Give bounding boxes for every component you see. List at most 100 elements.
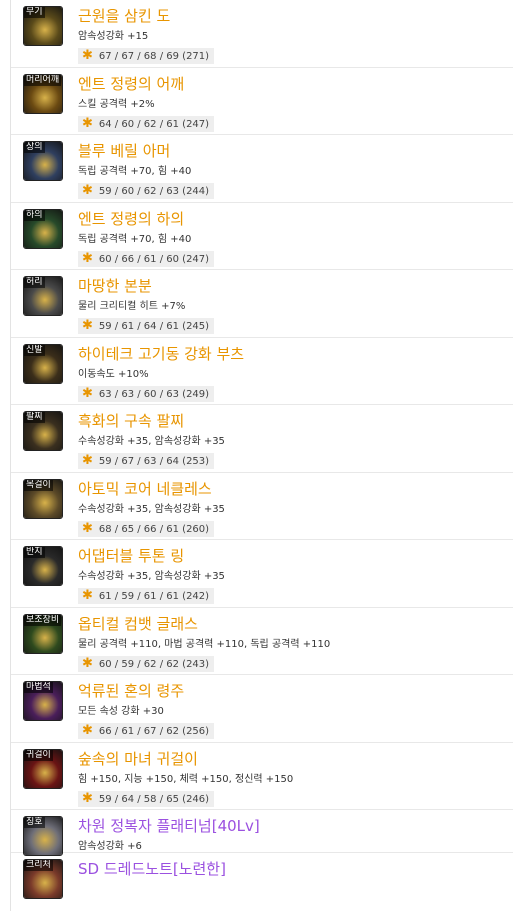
item-score: 67 / 67 / 68 / 69 (271) <box>98 51 210 62</box>
item-score-badge: ✱ 63 / 63 / 60 / 63 (249) <box>78 385 215 402</box>
item-icon[interactable]: 귀걸이 <box>23 748 63 789</box>
item-icon[interactable]: 칭호 <box>23 816 63 856</box>
item-stat: 힘 +150, 지능 +150, 체력 +150, 정신력 +150 <box>78 773 294 785</box>
equipment-row[interactable]: 팔찌 흑화의 구속 팔찌수속성강화 +35, 암속성강화 +35 ✱ 59 / 67 … <box>11 405 513 473</box>
item-score: 59 / 64 / 58 / 65 (246) <box>98 793 210 805</box>
item-stat: 수속성강화 +35, 암속성강화 +35 <box>78 503 225 515</box>
item-score: 59 / 61 / 64 / 61 (245) <box>98 321 210 332</box>
equipment-row[interactable]: 칭호 차원 정복자 플래티넘[40Lv] 암속성강화 +6 <box>11 810 513 856</box>
item-stat: 독립 공격력 +70, 힘 +40 <box>78 166 192 177</box>
item-stat: 이동속도 +10% <box>78 368 149 380</box>
slot-label: 하의 <box>24 209 45 221</box>
item-stat: 물리 크리티컬 히트 +7% <box>78 301 186 312</box>
item-score: 59 / 60 / 62 / 63 (244) <box>98 186 210 197</box>
item-name[interactable]: 하이테크 고기동 강화 부츠 <box>78 344 244 364</box>
item-name[interactable]: 엔트 정령의 하의 <box>78 209 184 229</box>
item-name[interactable]: 아토믹 코어 네클레스 <box>78 479 212 499</box>
item-stat: 암속성강화 +6 <box>78 841 142 852</box>
equipment-row[interactable]: 귀걸이 숲속의 마녀 귀걸이힘 +150, 지능 +150, 체력 +150, 정… <box>11 743 513 810</box>
slot-label: 무기 <box>24 7 45 18</box>
slot-label: 상의 <box>24 142 45 153</box>
item-score: 64 / 60 / 62 / 61 (247) <box>98 118 210 130</box>
item-stat: 수속성강화 +35, 암속성강화 +35 <box>78 436 225 447</box>
equipment-row[interactable]: 허리 마땅한 본분물리 크리티컬 히트 +7% ✱ 59 / 61 / 64 / 61… <box>11 270 513 338</box>
item-name[interactable]: SD 드레드노트[노련한] <box>78 859 226 879</box>
slot-label: 팔찌 <box>24 412 45 423</box>
item-icon[interactable]: 하의 <box>23 208 63 249</box>
item-icon[interactable]: 신발 <box>23 343 63 384</box>
slot-label: 허리 <box>24 277 45 288</box>
item-score: 61 / 59 / 61 / 61 (242) <box>98 591 210 602</box>
slot-label: 목걸이 <box>24 479 53 491</box>
item-icon[interactable]: 보조장비 <box>23 613 63 654</box>
star-icon: ✱ <box>82 723 93 738</box>
item-score-badge: ✱ 59 / 60 / 62 / 63 (244) <box>78 183 215 199</box>
equipment-row[interactable]: 신발 하이테크 고기동 강화 부츠이동속도 +10% ✱ 63 / 63 / 60 /… <box>11 338 513 405</box>
item-name[interactable]: 마땅한 본분 <box>78 276 152 296</box>
star-icon: ✱ <box>82 183 93 198</box>
item-name[interactable]: 숲속의 마녀 귀걸이 <box>78 749 198 769</box>
equipment-row[interactable]: 무기 근원을 삼킨 도암속성강화 +15 ✱ 67 / 67 / 68 / 69 (2… <box>11 0 513 68</box>
star-icon: ✱ <box>82 48 93 63</box>
equipment-row[interactable]: 크리처 SD 드레드노트[노련한] <box>11 853 513 903</box>
item-score-badge: ✱ 60 / 66 / 61 / 60 (247) <box>78 250 215 267</box>
item-score-badge: ✱ 66 / 61 / 67 / 62 (256) <box>78 723 215 739</box>
item-score: 68 / 65 / 66 / 61 (260) <box>98 523 210 535</box>
item-score-badge: ✱ 68 / 65 / 66 / 61 (260) <box>78 520 215 537</box>
item-icon[interactable]: 반지 <box>23 546 63 586</box>
item-score-badge: ✱ 67 / 67 / 68 / 69 (271) <box>78 48 215 64</box>
slot-label: 크리처 <box>24 860 53 871</box>
item-icon[interactable]: 목걸이 <box>23 478 63 519</box>
item-stat: 스킬 공격력 +2% <box>78 98 155 110</box>
item-name[interactable]: 옵티컬 컴뱃 글래스 <box>78 614 198 634</box>
slot-label: 보조장비 <box>24 614 62 626</box>
item-score: 66 / 61 / 67 / 62 (256) <box>98 726 210 737</box>
slot-label: 신발 <box>24 344 45 356</box>
slot-label: 머리어깨 <box>24 74 62 86</box>
item-icon[interactable]: 상의 <box>23 141 63 181</box>
star-icon: ✱ <box>82 588 93 603</box>
slot-label: 마법석 <box>24 682 53 693</box>
item-stat: 독립 공격력 +70, 힘 +40 <box>78 233 192 245</box>
item-name[interactable]: 흑화의 구속 팔찌 <box>78 411 184 431</box>
equipment-row[interactable]: 마법석 억류된 혼의 령주모든 속성 강화 +30 ✱ 66 / 61 / 67 / … <box>11 675 513 743</box>
slot-label: 반지 <box>24 547 45 558</box>
item-icon[interactable]: 팔찌 <box>23 411 63 451</box>
item-icon[interactable]: 마법석 <box>23 681 63 721</box>
item-score-badge: ✱ 59 / 64 / 58 / 65 (246) <box>78 790 215 807</box>
star-icon: ✱ <box>82 520 93 536</box>
equipment-row[interactable]: 보조장비 옵티컬 컴뱃 글래스물리 공격력 +110, 마법 공격력 +110, … <box>11 608 513 675</box>
equipment-row[interactable]: 하의 엔트 정령의 하의독립 공격력 +70, 힘 +40 ✱ 60 / 66 / 6… <box>11 203 513 270</box>
item-icon[interactable]: 허리 <box>23 276 63 316</box>
item-name[interactable]: 블루 베릴 아머 <box>78 141 170 161</box>
item-stat: 암속성강화 +15 <box>78 31 149 42</box>
item-stat: 물리 공격력 +110, 마법 공격력 +110, 독립 공격력 +110 <box>78 638 331 650</box>
item-icon[interactable]: 무기 <box>23 6 63 46</box>
item-score-badge: ✱ 60 / 59 / 62 / 62 (243) <box>78 655 215 672</box>
item-score-badge: ✱ 59 / 61 / 64 / 61 (245) <box>78 318 215 334</box>
item-score: 63 / 63 / 60 / 63 (249) <box>98 388 210 400</box>
equipment-panel: 무기 근원을 삼킨 도암속성강화 +15 ✱ 67 / 67 / 68 / 69 (2… <box>10 0 513 911</box>
slot-label: 칭호 <box>24 817 45 828</box>
star-icon: ✱ <box>82 385 93 401</box>
item-icon[interactable]: 크리처 <box>23 859 63 899</box>
item-score: 60 / 59 / 62 / 62 (243) <box>98 658 210 670</box>
item-name[interactable]: 억류된 혼의 령주 <box>78 681 184 701</box>
item-name[interactable]: 차원 정복자 플래티넘[40Lv] <box>78 816 260 836</box>
item-name[interactable]: 엔트 정령의 어깨 <box>78 74 184 94</box>
item-icon[interactable]: 머리어깨 <box>23 73 63 114</box>
star-icon: ✱ <box>82 250 93 266</box>
item-score: 59 / 67 / 63 / 64 (253) <box>98 456 210 467</box>
equipment-row[interactable]: 머리어깨 엔트 정령의 어깨스킬 공격력 +2% ✱ 64 / 60 / 62 / 6… <box>11 68 513 135</box>
star-icon: ✱ <box>82 655 93 671</box>
equipment-row[interactable]: 목걸이 아토믹 코어 네클레스수속성강화 +35, 암속성강화 +35 ✱ 68 / … <box>11 473 513 540</box>
equipment-row[interactable]: 반지 어댑터블 투톤 링 수속성강화 +35, 암속성강화 +35 ✱ 61 / 59 … <box>11 540 513 608</box>
item-score-badge: ✱ 59 / 67 / 63 / 64 (253) <box>78 453 215 469</box>
star-icon: ✱ <box>82 115 93 131</box>
item-name[interactable]: 어댑터블 투톤 링 <box>78 546 184 566</box>
item-name[interactable]: 근원을 삼킨 도 <box>78 6 170 26</box>
item-stat: 모든 속성 강화 +30 <box>78 706 164 717</box>
slot-label: 귀걸이 <box>24 749 53 761</box>
equipment-row[interactable]: 상의 블루 베릴 아머독립 공격력 +70, 힘 +40 ✱ 59 / 60 / 62… <box>11 135 513 203</box>
item-score: 60 / 66 / 61 / 60 (247) <box>98 253 210 265</box>
